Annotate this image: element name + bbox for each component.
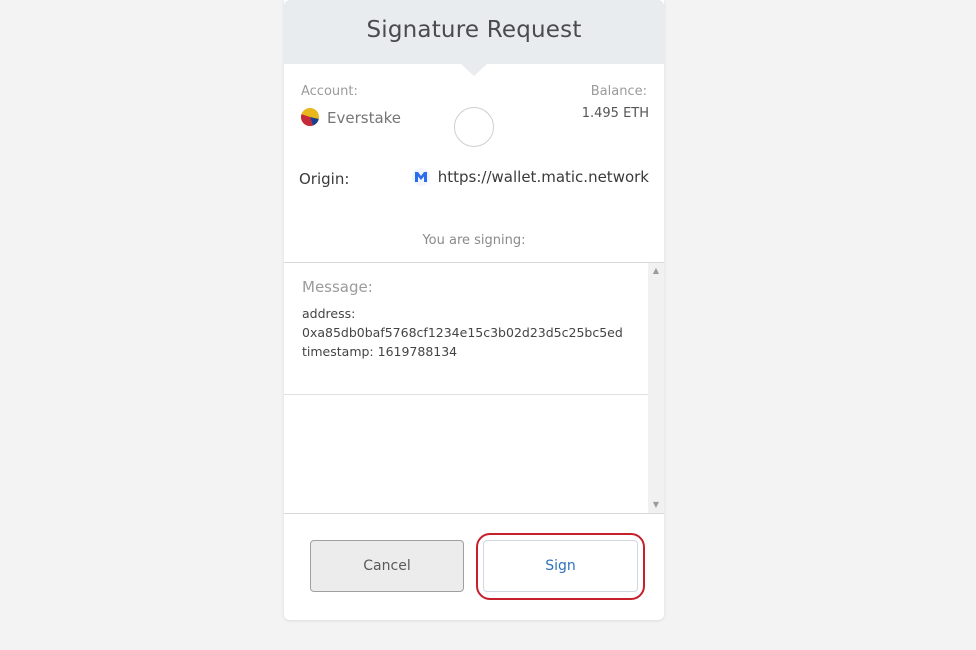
message-timestamp: timestamp: 1619788134 [302, 344, 458, 359]
balance-label: Balance: [590, 84, 647, 99]
signature-request-popup: Signature Request Account: Balance: Ever… [284, 0, 664, 620]
origin-label: Origin: [299, 170, 350, 188]
page-title: Signature Request [366, 17, 582, 43]
account-identicon-icon [301, 108, 319, 126]
header-notch [461, 64, 487, 76]
message-area[interactable]: Message: address: 0xa85db0baf5768cf1234e… [284, 262, 664, 514]
header: Signature Request [284, 0, 664, 64]
message-title: Message: [302, 278, 373, 296]
message-body: address: 0xa85db0baf5768cf1234e15c3b02d2… [302, 304, 632, 361]
origin-url: https://wallet.matic.network [437, 168, 649, 186]
cancel-button[interactable]: Cancel [310, 540, 464, 592]
message-address-label: address: [302, 306, 356, 321]
balance-value: 1.495 ETH [581, 106, 649, 121]
avatar [454, 107, 494, 147]
matic-logo-icon [411, 168, 430, 186]
message-block: Message: address: 0xa85db0baf5768cf1234e… [284, 263, 648, 395]
scroll-down-icon[interactable]: ▼ [648, 497, 664, 513]
message-address-value: 0xa85db0baf5768cf1234e15c3b02d23d5c25bc5… [302, 325, 623, 340]
sign-button[interactable]: Sign [483, 540, 638, 592]
message-scrollbar[interactable]: ▲ ▼ [648, 263, 664, 513]
scroll-up-icon[interactable]: ▲ [648, 263, 664, 279]
account-label: Account: [301, 84, 358, 99]
signing-label: You are signing: [422, 233, 526, 248]
account-name: Everstake [327, 109, 402, 127]
origin: https://wallet.matic.network [411, 168, 649, 186]
